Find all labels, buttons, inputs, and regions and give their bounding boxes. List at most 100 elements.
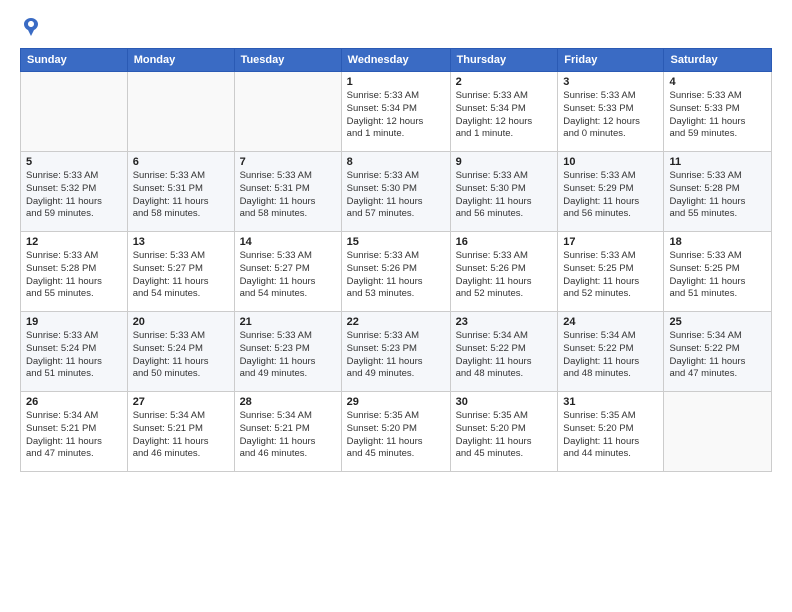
week-row-0: 1 Sunrise: 5:33 AMSunset: 5:34 PMDaylight…	[21, 72, 772, 152]
day-info: Sunrise: 5:33 AMSunset: 5:28 PMDaylight:…	[26, 250, 122, 301]
day-info: Sunrise: 5:34 AMSunset: 5:21 PMDaylight:…	[240, 410, 336, 461]
day-header-monday: Monday	[127, 49, 234, 72]
day-number: 25	[669, 316, 766, 328]
day-number: 29	[347, 396, 445, 408]
day-info: Sunrise: 5:33 AMSunset: 5:27 PMDaylight:…	[240, 250, 336, 301]
day-info: Sunrise: 5:33 AMSunset: 5:32 PMDaylight:…	[26, 170, 122, 221]
day-cell: 9 Sunrise: 5:33 AMSunset: 5:30 PMDaylight…	[450, 152, 558, 232]
day-cell: 16 Sunrise: 5:33 AMSunset: 5:26 PMDayligh…	[450, 232, 558, 312]
day-number: 14	[240, 236, 336, 248]
day-info: Sunrise: 5:34 AMSunset: 5:21 PMDaylight:…	[26, 410, 122, 461]
day-number: 30	[456, 396, 553, 408]
day-number: 9	[456, 156, 553, 168]
header-row: SundayMondayTuesdayWednesdayThursdayFrid…	[21, 49, 772, 72]
day-info: Sunrise: 5:33 AMSunset: 5:23 PMDaylight:…	[347, 330, 445, 381]
day-info: Sunrise: 5:33 AMSunset: 5:34 PMDaylight:…	[456, 90, 553, 141]
day-number: 3	[563, 76, 658, 88]
day-header-tuesday: Tuesday	[234, 49, 341, 72]
day-cell: 22 Sunrise: 5:33 AMSunset: 5:23 PMDayligh…	[341, 312, 450, 392]
day-cell: 23 Sunrise: 5:34 AMSunset: 5:22 PMDayligh…	[450, 312, 558, 392]
day-number: 8	[347, 156, 445, 168]
day-header-friday: Friday	[558, 49, 664, 72]
day-info: Sunrise: 5:33 AMSunset: 5:24 PMDaylight:…	[133, 330, 229, 381]
day-info: Sunrise: 5:35 AMSunset: 5:20 PMDaylight:…	[563, 410, 658, 461]
day-info: Sunrise: 5:33 AMSunset: 5:28 PMDaylight:…	[669, 170, 766, 221]
header	[20, 16, 772, 38]
day-cell: 6Sunrise: 5:33 AMSunset: 5:31 PMDaylight…	[127, 152, 234, 232]
day-info: Sunrise: 5:34 AMSunset: 5:21 PMDaylight:…	[133, 410, 229, 461]
day-number: 21	[240, 316, 336, 328]
day-cell: 15 Sunrise: 5:33 AMSunset: 5:26 PMDayligh…	[341, 232, 450, 312]
day-cell: 20Sunrise: 5:33 AMSunset: 5:24 PMDayligh…	[127, 312, 234, 392]
day-number: 24	[563, 316, 658, 328]
day-info: Sunrise: 5:33 AMSunset: 5:24 PMDaylight:…	[26, 330, 122, 381]
day-info: Sunrise: 5:33 AMSunset: 5:30 PMDaylight:…	[456, 170, 553, 221]
day-cell: 1Sunrise: 5:33 AMSunset: 5:34 PMDaylight…	[341, 72, 450, 152]
day-cell: 13 Sunrise: 5:33 AMSunset: 5:27 PMDayligh…	[127, 232, 234, 312]
day-number: 4	[669, 76, 766, 88]
day-number: 19	[26, 316, 122, 328]
day-cell: 14 Sunrise: 5:33 AMSunset: 5:27 PMDayligh…	[234, 232, 341, 312]
day-header-saturday: Saturday	[664, 49, 772, 72]
day-number: 5	[26, 156, 122, 168]
day-info: Sunrise: 5:33 AMSunset: 5:26 PMDaylight:…	[456, 250, 553, 301]
day-header-thursday: Thursday	[450, 49, 558, 72]
day-cell: 27 Sunrise: 5:34 AMSunset: 5:21 PMDayligh…	[127, 392, 234, 472]
day-number: 18	[669, 236, 766, 248]
day-number: 16	[456, 236, 553, 248]
day-info: Sunrise: 5:33 AMSunset: 5:33 PMDaylight:…	[669, 90, 766, 141]
day-number: 10	[563, 156, 658, 168]
day-cell: 7 Sunrise: 5:33 AMSunset: 5:31 PMDaylight…	[234, 152, 341, 232]
day-number: 1	[347, 76, 445, 88]
day-info: Sunrise: 5:33 AMSunset: 5:29 PMDaylight:…	[563, 170, 658, 221]
calendar: SundayMondayTuesdayWednesdayThursdayFrid…	[20, 48, 772, 472]
day-info: Sunrise: 5:33 AMSunset: 5:31 PMDaylight:…	[240, 170, 336, 221]
day-number: 11	[669, 156, 766, 168]
day-info: Sunrise: 5:35 AMSunset: 5:20 PMDaylight:…	[347, 410, 445, 461]
day-number: 27	[133, 396, 229, 408]
day-info: Sunrise: 5:33 AMSunset: 5:25 PMDaylight:…	[669, 250, 766, 301]
day-cell: 17 Sunrise: 5:33 AMSunset: 5:25 PMDayligh…	[558, 232, 664, 312]
day-info: Sunrise: 5:34 AMSunset: 5:22 PMDaylight:…	[563, 330, 658, 381]
day-cell: 8 Sunrise: 5:33 AMSunset: 5:30 PMDaylight…	[341, 152, 450, 232]
logo	[20, 16, 46, 38]
day-info: Sunrise: 5:33 AMSunset: 5:23 PMDaylight:…	[240, 330, 336, 381]
day-number: 15	[347, 236, 445, 248]
day-cell: 12 Sunrise: 5:33 AMSunset: 5:28 PMDayligh…	[21, 232, 128, 312]
day-cell: 30Sunrise: 5:35 AMSunset: 5:20 PMDayligh…	[450, 392, 558, 472]
day-number: 22	[347, 316, 445, 328]
day-header-sunday: Sunday	[21, 49, 128, 72]
day-cell: 31 Sunrise: 5:35 AMSunset: 5:20 PMDayligh…	[558, 392, 664, 472]
day-cell: 5 Sunrise: 5:33 AMSunset: 5:32 PMDaylight…	[21, 152, 128, 232]
day-info: Sunrise: 5:33 AMSunset: 5:26 PMDaylight:…	[347, 250, 445, 301]
day-cell: 4 Sunrise: 5:33 AMSunset: 5:33 PMDaylight…	[664, 72, 772, 152]
day-header-wednesday: Wednesday	[341, 49, 450, 72]
day-number: 7	[240, 156, 336, 168]
day-number: 23	[456, 316, 553, 328]
day-info: Sunrise: 5:34 AMSunset: 5:22 PMDaylight:…	[669, 330, 766, 381]
day-info: Sunrise: 5:34 AMSunset: 5:22 PMDaylight:…	[456, 330, 553, 381]
day-cell	[234, 72, 341, 152]
day-cell: 3Sunrise: 5:33 AMSunset: 5:33 PMDaylight…	[558, 72, 664, 152]
day-cell: 21 Sunrise: 5:33 AMSunset: 5:23 PMDayligh…	[234, 312, 341, 392]
day-cell: 26Sunrise: 5:34 AMSunset: 5:21 PMDayligh…	[21, 392, 128, 472]
day-info: Sunrise: 5:33 AMSunset: 5:30 PMDaylight:…	[347, 170, 445, 221]
day-cell: 29 Sunrise: 5:35 AMSunset: 5:20 PMDayligh…	[341, 392, 450, 472]
day-cell: 19 Sunrise: 5:33 AMSunset: 5:24 PMDayligh…	[21, 312, 128, 392]
day-number: 2	[456, 76, 553, 88]
page: SundayMondayTuesdayWednesdayThursdayFrid…	[0, 0, 792, 612]
day-cell	[21, 72, 128, 152]
day-cell	[127, 72, 234, 152]
day-info: Sunrise: 5:33 AMSunset: 5:31 PMDaylight:…	[133, 170, 229, 221]
week-row-2: 12 Sunrise: 5:33 AMSunset: 5:28 PMDayligh…	[21, 232, 772, 312]
day-info: Sunrise: 5:33 AMSunset: 5:25 PMDaylight:…	[563, 250, 658, 301]
day-number: 17	[563, 236, 658, 248]
day-cell: 24 Sunrise: 5:34 AMSunset: 5:22 PMDayligh…	[558, 312, 664, 392]
day-number: 31	[563, 396, 658, 408]
day-info: Sunrise: 5:33 AMSunset: 5:27 PMDaylight:…	[133, 250, 229, 301]
day-number: 12	[26, 236, 122, 248]
day-cell: 18 Sunrise: 5:33 AMSunset: 5:25 PMDayligh…	[664, 232, 772, 312]
week-row-4: 26Sunrise: 5:34 AMSunset: 5:21 PMDayligh…	[21, 392, 772, 472]
day-number: 13	[133, 236, 229, 248]
week-row-1: 5 Sunrise: 5:33 AMSunset: 5:32 PMDaylight…	[21, 152, 772, 232]
